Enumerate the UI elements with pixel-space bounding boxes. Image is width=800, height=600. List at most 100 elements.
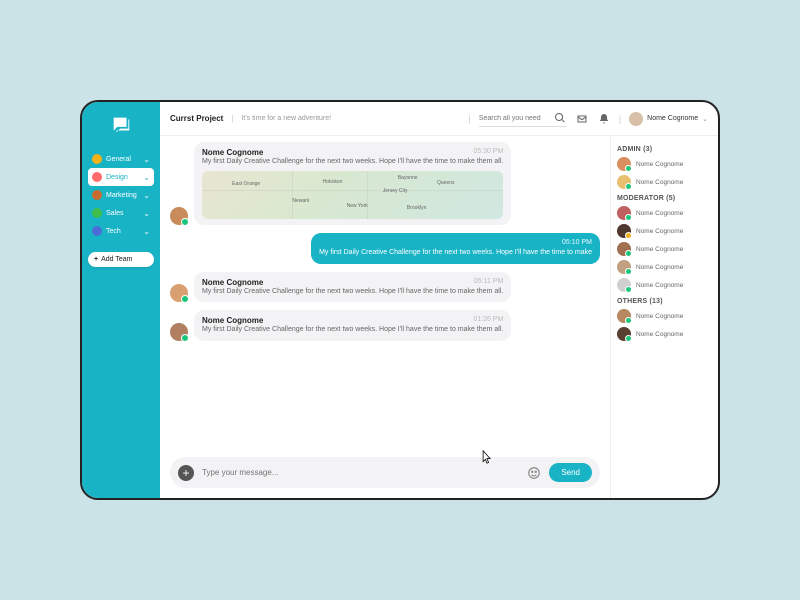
person-name: Nome Cognome [636,179,683,186]
people-item[interactable]: Nome Cognome [617,327,712,341]
person-avatar [617,157,631,171]
people-panel: ADMIN (3) Nome Cognome Nome Cognome MODER… [610,136,718,498]
person-name: Nome Cognome [636,264,683,271]
people-item[interactable]: Nome Cognome [617,206,712,220]
topbar: Currst Project | It's time for a new adv… [160,102,718,136]
message-row: 05:11 PM Nome CognomeMy first Daily Crea… [170,272,600,302]
message-sender: Nome Cognome [202,278,503,287]
message-text: My first Daily Creative Challenge for th… [202,325,503,334]
bell-icon[interactable] [597,112,611,126]
chat-panel: 05:30 PM Nome CognomeMy first Daily Crea… [160,136,610,498]
message-sender: Nome Cognome [202,316,503,325]
add-team-button[interactable]: + Add Team [88,252,154,267]
channel-icon [92,226,102,236]
message-row: 05:10 PM My first Daily Creative Challeng… [170,233,600,263]
map-attachment[interactable]: East OrangeNewarkHobokenNew YorkJersey C… [202,171,503,219]
chevron-down-icon: ⌄ [143,209,150,218]
sidebar-item-sales[interactable]: Sales ⌄ [88,204,154,222]
person-avatar [617,206,631,220]
message-time: 05:30 PM [473,148,503,155]
chevron-down-icon: ⌄ [143,155,150,164]
person-avatar [617,224,631,238]
person-name: Nome Cognome [636,282,683,289]
emoji-icon[interactable] [527,466,541,480]
sidebar-item-design[interactable]: Design ⌄ [88,168,154,186]
sidebar-item-label: General [106,156,139,163]
search-input[interactable] [479,115,549,122]
message-text: My first Daily Creative Challenge for th… [202,157,503,166]
message-time: 01:26 PM [473,316,503,323]
message-bubble: 05:30 PM Nome CognomeMy first Daily Crea… [194,142,511,225]
search-box[interactable] [479,110,567,127]
person-avatar [617,242,631,256]
people-item[interactable]: Nome Cognome [617,157,712,171]
people-item[interactable]: Nome Cognome [617,260,712,274]
chevron-down-icon: ⌄ [702,115,708,123]
chevron-down-icon: ⌄ [143,227,150,236]
channel-icon [92,208,102,218]
main-panel: Currst Project | It's time for a new adv… [160,102,718,498]
content-area: 05:30 PM Nome CognomeMy first Daily Crea… [160,136,718,498]
sidebar-item-label: Tech [106,228,139,235]
add-team-label: Add Team [101,256,132,263]
message-text: My first Daily Creative Challenge for th… [319,248,592,257]
person-name: Nome Cognome [636,161,683,168]
project-title: Currst Project [170,114,223,123]
person-avatar [617,327,631,341]
channel-icon [92,154,102,164]
message-input[interactable] [202,468,519,477]
search-icon[interactable] [553,111,567,125]
message-bubble: 05:10 PM My first Daily Creative Challeng… [311,233,600,263]
people-item[interactable]: Nome Cognome [617,224,712,238]
person-name: Nome Cognome [636,210,683,217]
attach-button[interactable]: + [178,465,194,481]
project-subtitle: It's time for a new adventure! [241,115,331,122]
chevron-down-icon: ⌄ [143,191,150,200]
person-name: Nome Cognome [636,228,683,235]
message-time: 05:10 PM [319,239,592,246]
people-section-heading: ADMIN (3) [617,146,712,153]
message-sender: Nome Cognome [202,148,503,157]
people-section-heading: OTHERS (13) [617,298,712,305]
person-name: Nome Cognome [636,313,683,320]
mail-icon[interactable] [575,112,589,126]
channel-icon [92,172,102,182]
sidebar: General ⌄ Design ⌄ Marketing ⌄ Sales ⌄ T… [82,102,160,498]
message-bubble: 01:26 PM Nome CognomeMy first Daily Crea… [194,310,511,340]
message-time: 05:11 PM [474,278,503,285]
message-row: 01:26 PM Nome CognomeMy first Daily Crea… [170,310,600,340]
user-menu[interactable]: Nome Cognome ⌄ [629,112,708,126]
sidebar-item-general[interactable]: General ⌄ [88,150,154,168]
people-item[interactable]: Nome Cognome [617,242,712,256]
user-name: Nome Cognome [647,115,698,122]
message-avatar [170,207,188,225]
message-avatar [170,323,188,341]
channel-icon [92,190,102,200]
app-logo [88,114,154,136]
sidebar-item-label: Sales [106,210,139,217]
message-composer: + Send [170,457,600,488]
person-name: Nome Cognome [636,331,683,338]
person-avatar [617,175,631,189]
message-avatar [170,284,188,302]
person-avatar [617,260,631,274]
message-bubble: 05:11 PM Nome CognomeMy first Daily Crea… [194,272,511,302]
sidebar-item-tech[interactable]: Tech ⌄ [88,222,154,240]
person-avatar [617,278,631,292]
people-item[interactable]: Nome Cognome [617,175,712,189]
person-avatar [617,309,631,323]
app-window: General ⌄ Design ⌄ Marketing ⌄ Sales ⌄ T… [80,100,720,500]
send-button[interactable]: Send [549,463,592,482]
message-text: My first Daily Creative Challenge for th… [202,287,503,296]
message-row: 05:30 PM Nome CognomeMy first Daily Crea… [170,142,600,225]
user-avatar [629,112,643,126]
plus-icon: + [94,256,98,263]
sidebar-item-marketing[interactable]: Marketing ⌄ [88,186,154,204]
sidebar-item-label: Marketing [106,192,139,199]
people-item[interactable]: Nome Cognome [617,278,712,292]
chevron-down-icon: ⌄ [143,173,150,182]
person-name: Nome Cognome [636,246,683,253]
people-section-heading: MODERATOR (5) [617,195,712,202]
message-list: 05:30 PM Nome CognomeMy first Daily Crea… [170,142,600,449]
people-item[interactable]: Nome Cognome [617,309,712,323]
